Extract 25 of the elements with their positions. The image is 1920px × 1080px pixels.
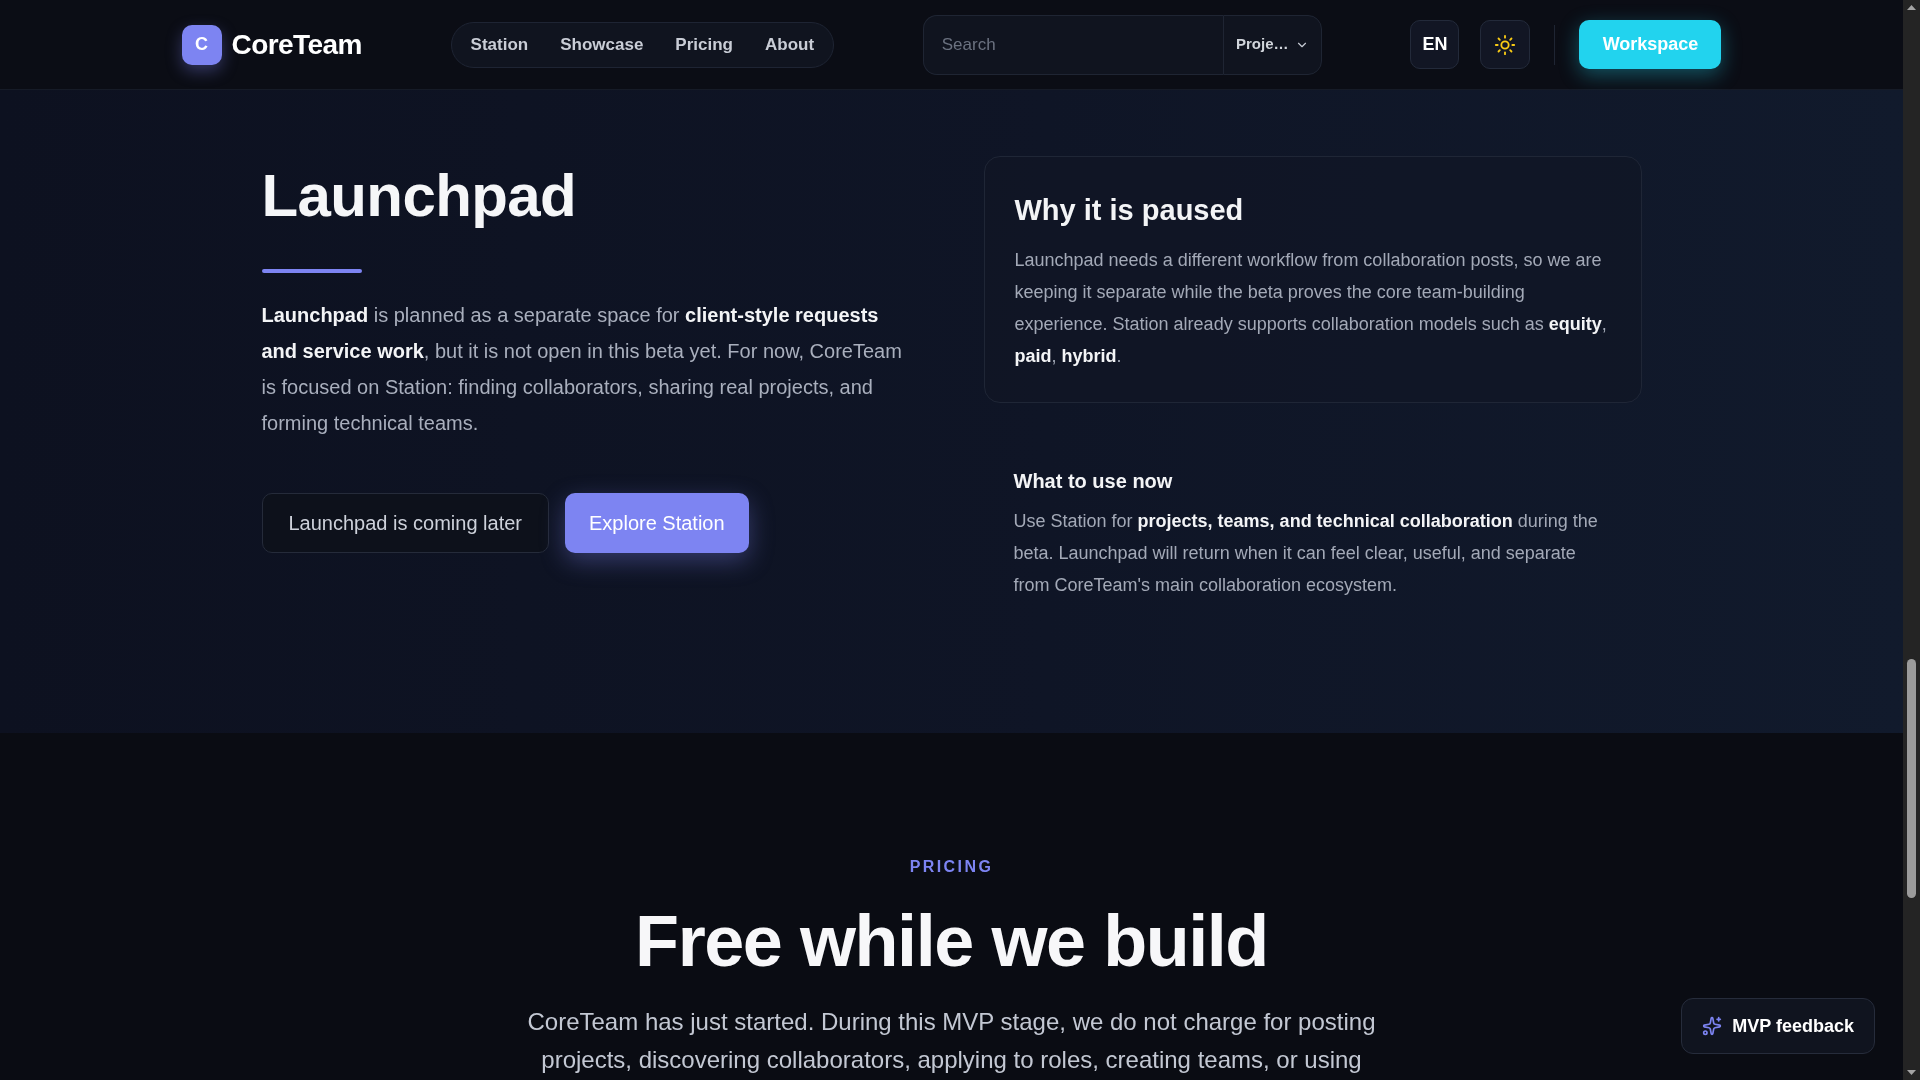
sparkles-icon <box>1702 1016 1723 1036</box>
caret-down-icon[interactable] <box>1907 1070 1916 1075</box>
sun-icon <box>1494 33 1517 56</box>
caret-up-icon[interactable] <box>1907 5 1916 10</box>
section-eyebrow: PRICING <box>909 857 994 877</box>
card-paragraph: Launchpad needs a different workflow from collaboration posts, so we are keeping it separate while the beta proves the core team-building experience. Station already supports collaboration models such as equity, paid, hybrid. <box>1014 249 1608 368</box>
intro-paragraph: Launchpad is planned as a separate space for client-style requests and service work, but it is not open in this beta yet. For now, CoreTeam is focused on Station: finding collaborators, sharing real projects, and forming technical teams. <box>261 303 903 436</box>
page-title: Launchpad <box>261 163 578 229</box>
pricing-paragraph: CoreTeam has just started. During this MVP stage, we do not charge for posting projects, discovering collaborators, applying to roles, creating teams, or using <box>526 1007 1377 1075</box>
search-field[interactable]: Search <box>922 14 1223 75</box>
usage-paragraph: Use Station for projects, teams, and technical collaboration during the beta. Launchpad will return when it can feel clear, useful, and separate from CoreTeam's main collaboration ecosystem. <box>1013 510 1599 597</box>
coming-later-button[interactable]: Launchpad is coming later <box>261 493 549 553</box>
nav-link[interactable]: Station <box>470 31 529 58</box>
theme-toggle-button[interactable] <box>1480 20 1531 69</box>
language-button[interactable]: EN <box>1410 20 1460 69</box>
nav-link[interactable]: Showcase <box>560 31 644 58</box>
project-filter-dropdown[interactable]: Proje… <box>1222 14 1322 75</box>
subheading: What to use now <box>1013 469 1174 494</box>
section-title: Free while we build <box>635 902 1268 981</box>
card-title: Why it is paused <box>1014 193 1245 228</box>
nav-link[interactable]: About <box>765 31 815 58</box>
feedback-button[interactable]: MVP feedback <box>1681 998 1875 1054</box>
scrollbar-thumb[interactable] <box>1907 659 1916 898</box>
brand-name[interactable]: CoreTeam <box>231 23 362 66</box>
nav-link[interactable]: Pricing <box>675 31 733 58</box>
